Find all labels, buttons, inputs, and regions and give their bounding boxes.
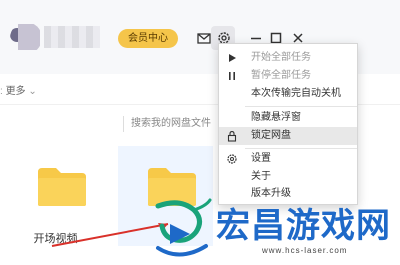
- menu-item-start-all[interactable]: 开始全部任务: [219, 49, 357, 67]
- menu-item-label: 本次传输完自动关机: [251, 88, 341, 99]
- menu-item-label: 锁定网盘: [251, 130, 291, 141]
- watermark-title: 宏昌游戏网: [216, 206, 391, 246]
- menu-item-label: 设置: [251, 153, 271, 164]
- folder-icon: [38, 168, 86, 206]
- menu-item-hide-float[interactable]: 隐藏悬浮窗: [219, 109, 357, 127]
- menu-item-label: 关于: [251, 171, 271, 182]
- avatar[interactable]: [10, 22, 42, 54]
- watermark-url: www.hcs-laser.com: [262, 246, 348, 255]
- vip-center-button[interactable]: 会员中心: [118, 29, 178, 48]
- chevron-down-icon: ⌄: [28, 86, 37, 97]
- gear-icon: [226, 153, 238, 165]
- menu-divider: [245, 148, 357, 149]
- menu-item-lock-disk[interactable]: 锁定网盘: [219, 127, 357, 145]
- dragon-logo-icon: [155, 198, 212, 257]
- menu-item-settings[interactable]: 设置: [219, 150, 357, 168]
- username-blurred: [44, 26, 100, 48]
- settings-dropdown-menu: 开始全部任务 暂停全部任务 本次传输完自动关机 隐藏悬浮窗 锁定网盘 设置 关于…: [218, 43, 358, 205]
- menu-item-about[interactable]: 关于: [219, 168, 357, 186]
- menu-item-auto-shutdown[interactable]: 本次传输完自动关机: [219, 85, 357, 103]
- menu-item-pause-all[interactable]: 暂停全部任务: [219, 67, 357, 85]
- play-icon: [226, 52, 238, 64]
- menu-item-label: 暂停全部任务: [251, 70, 311, 81]
- lock-icon: [226, 130, 238, 142]
- netdisk-app-window: 会员中心 : 更多 ⌄ 搜索我的网盘文件 开场视频 开始全部任务 暂停全部任务 …: [0, 0, 400, 265]
- more-menu-button[interactable]: : 更多 ⌄: [0, 82, 37, 97]
- menu-item-label: 隐藏悬浮窗: [251, 112, 301, 123]
- search-divider: [123, 116, 124, 132]
- search-input[interactable]: 搜索我的网盘文件: [131, 116, 227, 132]
- site-watermark: 宏昌游戏网 www.hcs-laser.com: [150, 196, 400, 265]
- mail-icon[interactable]: [196, 30, 212, 46]
- pause-icon: [226, 70, 238, 82]
- menu-item-label: 开始全部任务: [251, 52, 311, 63]
- more-menu-label: 更多: [5, 86, 26, 97]
- menu-divider: [245, 106, 357, 107]
